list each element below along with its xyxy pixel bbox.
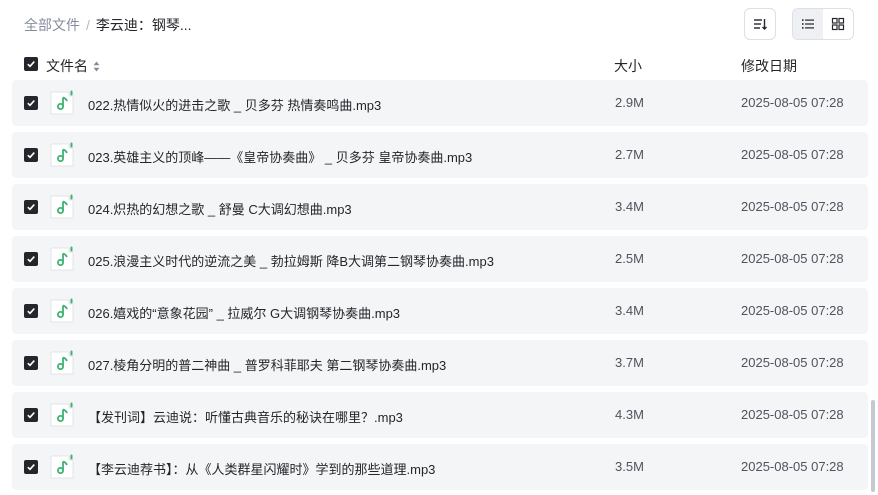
breadcrumb: 全部文件 / 李云迪：钢琴... [24, 15, 192, 35]
row-checkbox[interactable] [24, 304, 38, 318]
table-row[interactable]: 027.棱角分明的普二神曲 _ 普罗科菲耶夫 第二钢琴协奏曲.mp3 3.7M … [12, 340, 868, 386]
music-file-icon [48, 401, 76, 429]
sort-list-icon [754, 19, 767, 30]
file-size: 4.3M [615, 407, 644, 422]
list-view-button[interactable] [793, 9, 823, 39]
file-modified-date: 2025-08-05 07:28 [741, 355, 844, 370]
sort-caret-icon[interactable] [93, 61, 100, 72]
view-toggle [792, 8, 854, 40]
row-checkbox[interactable] [24, 252, 38, 266]
file-modified-date: 2025-08-05 07:28 [741, 95, 844, 110]
column-header-name[interactable]: 文件名 [46, 56, 100, 76]
file-name[interactable]: 024.炽热的幻想之歌 _ 舒曼 C大调幻想曲.mp3 [88, 199, 352, 218]
table-row[interactable]: 025.浪漫主义时代的逆流之美 _ 勃拉姆斯 降B大调第二钢琴协奏曲.mp3 2… [12, 236, 868, 282]
breadcrumb-current: 李云迪：钢琴... [95, 17, 192, 33]
file-size: 3.4M [615, 303, 644, 318]
checkmark-icon [27, 464, 35, 471]
music-file-icon [48, 89, 76, 117]
checkmark-icon [27, 308, 35, 315]
checkmark-icon [27, 152, 35, 159]
table-row[interactable]: 【发刊词】云迪说：听懂古典音乐的秘诀在哪里？.mp3 4.3M 2025-08-… [12, 392, 868, 438]
breadcrumb-root[interactable]: 全部文件 [24, 15, 80, 35]
file-list: 022.热情似火的进击之歌 _ 贝多芬 热情奏鸣曲.mp3 2.9M 2025-… [12, 80, 868, 495]
select-all-checkbox[interactable] [24, 57, 38, 71]
list-view-icon [802, 19, 814, 29]
table-row[interactable]: 022.热情似火的进击之歌 _ 贝多芬 热情奏鸣曲.mp3 2.9M 2025-… [12, 80, 868, 126]
scrollbar-thumb[interactable] [871, 400, 875, 492]
file-size: 3.5M [615, 459, 644, 474]
column-header-date[interactable]: 修改日期 [741, 56, 797, 76]
file-modified-date: 2025-08-05 07:28 [741, 407, 844, 422]
file-name[interactable]: 027.棱角分明的普二神曲 _ 普罗科菲耶夫 第二钢琴协奏曲.mp3 [88, 355, 446, 374]
file-name[interactable]: 025.浪漫主义时代的逆流之美 _ 勃拉姆斯 降B大调第二钢琴协奏曲.mp3 [88, 251, 494, 270]
row-checkbox[interactable] [24, 148, 38, 162]
file-name[interactable]: 026.嬉戏的“意象花园” _ 拉威尔 G大调钢琴协奏曲.mp3 [88, 303, 400, 322]
file-size: 3.4M [615, 199, 644, 214]
file-name[interactable]: 【李云迪荐书】：从《人类群星闪耀时》学到的那些道理.mp3 [88, 459, 435, 478]
row-checkbox[interactable] [24, 460, 38, 474]
breadcrumb-separator: / [86, 17, 90, 33]
checkmark-icon [27, 360, 35, 367]
file-size: 2.9M [615, 95, 644, 110]
music-file-icon [48, 297, 76, 325]
column-header-name-label: 文件名 [46, 58, 88, 74]
checkmark-icon [27, 412, 35, 419]
top-bar: 全部文件 / 李云迪：钢琴... [0, 0, 878, 48]
row-checkbox[interactable] [24, 356, 38, 370]
music-file-icon [48, 141, 76, 169]
music-file-icon [48, 453, 76, 481]
checkmark-icon [27, 61, 35, 68]
file-name[interactable]: 【发刊词】云迪说：听懂古典音乐的秘诀在哪里？.mp3 [88, 407, 403, 426]
file-name[interactable]: 023.英雄主义的顶峰——《皇帝协奏曲》 _ 贝多芬 皇帝协奏曲.mp3 [88, 147, 472, 166]
table-row[interactable]: 【李云迪荐书】：从《人类群星闪耀时》学到的那些道理.mp3 3.5M 2025-… [12, 444, 868, 490]
row-checkbox[interactable] [24, 96, 38, 110]
music-file-icon [48, 193, 76, 221]
file-modified-date: 2025-08-05 07:28 [741, 199, 844, 214]
file-size: 2.5M [615, 251, 644, 266]
music-file-icon [48, 349, 76, 377]
music-file-icon [48, 245, 76, 273]
table-row[interactable]: 024.炽热的幻想之歌 _ 舒曼 C大调幻想曲.mp3 3.4M 2025-08… [12, 184, 868, 230]
file-modified-date: 2025-08-05 07:28 [741, 303, 844, 318]
table-row[interactable]: 023.英雄主义的顶峰——《皇帝协奏曲》 _ 贝多芬 皇帝协奏曲.mp3 2.7… [12, 132, 868, 178]
grid-view-icon [831, 17, 845, 31]
file-modified-date: 2025-08-05 07:28 [741, 251, 844, 266]
file-size: 2.7M [615, 147, 644, 162]
file-size: 3.7M [615, 355, 644, 370]
sort-button[interactable] [744, 8, 776, 40]
file-name[interactable]: 022.热情似火的进击之歌 _ 贝多芬 热情奏鸣曲.mp3 [88, 95, 381, 114]
row-checkbox[interactable] [24, 200, 38, 214]
table-header: 文件名 大小 修改日期 [12, 50, 868, 78]
row-checkbox[interactable] [24, 408, 38, 422]
checkmark-icon [27, 204, 35, 211]
table-row[interactable]: 026.嬉戏的“意象花园” _ 拉威尔 G大调钢琴协奏曲.mp3 3.4M 20… [12, 288, 868, 334]
column-header-size[interactable]: 大小 [614, 56, 642, 76]
checkmark-icon [27, 256, 35, 263]
file-modified-date: 2025-08-05 07:28 [741, 147, 844, 162]
grid-view-button[interactable] [823, 9, 853, 39]
checkmark-icon [27, 100, 35, 107]
file-modified-date: 2025-08-05 07:28 [741, 459, 844, 474]
